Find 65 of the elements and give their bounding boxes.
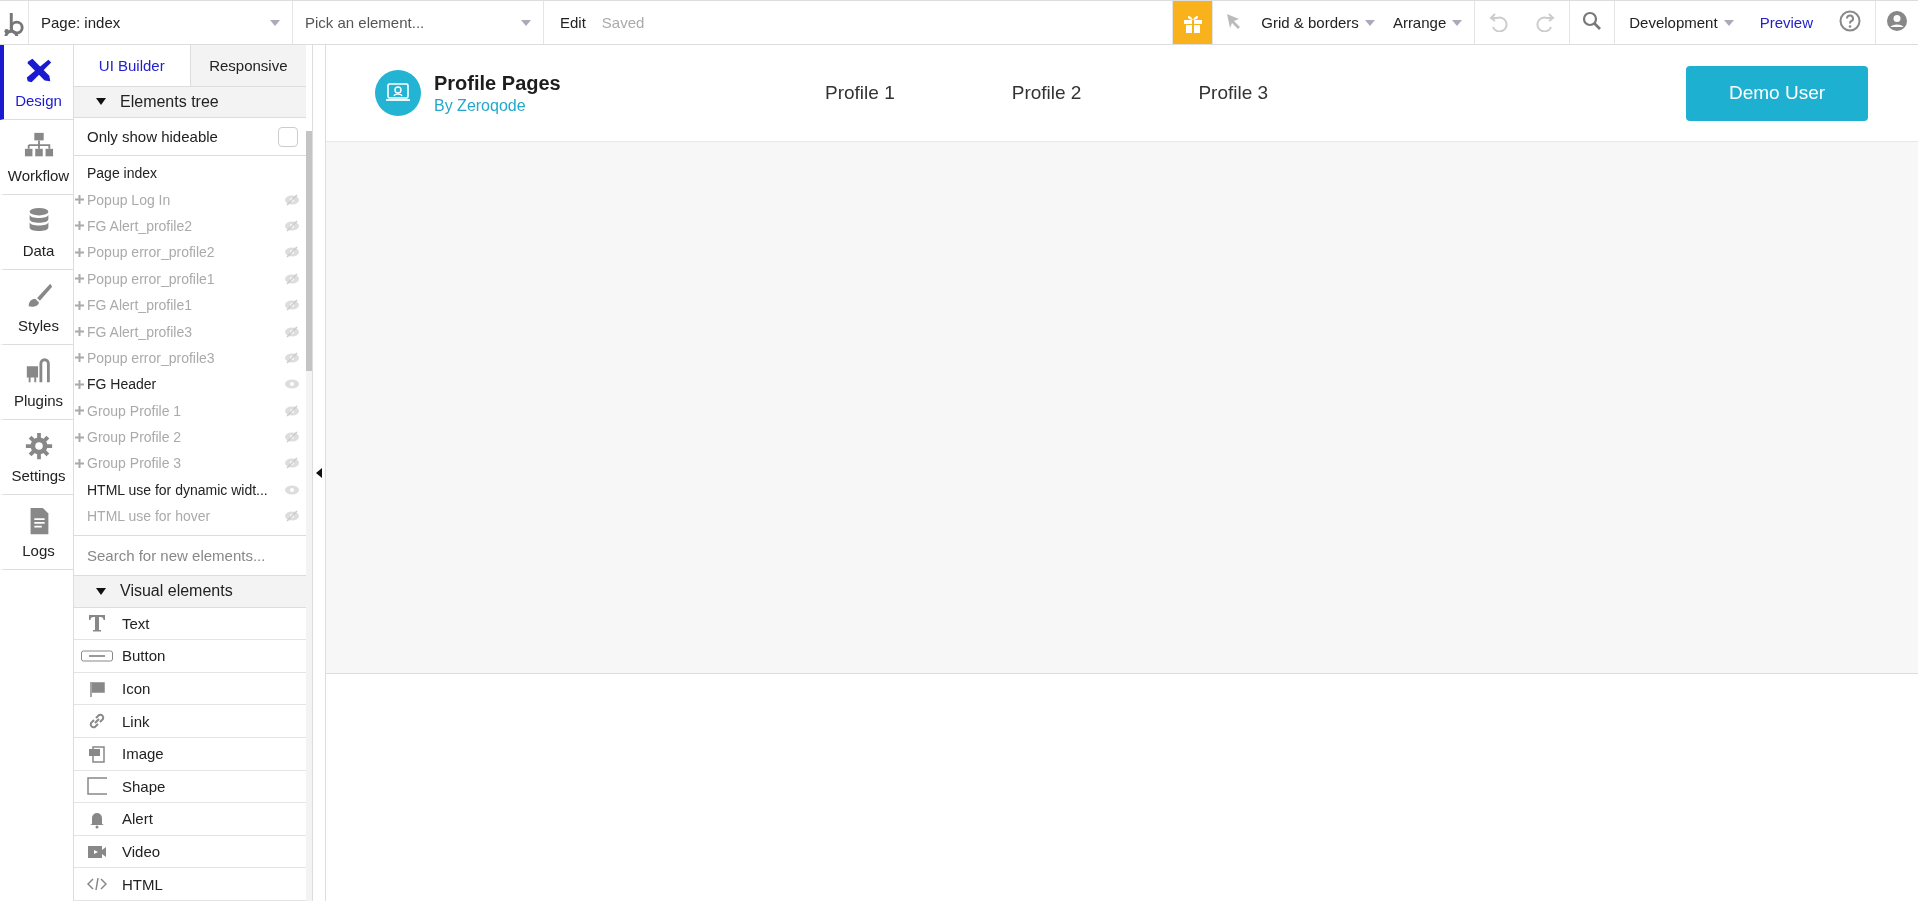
eye-slash-icon bbox=[284, 272, 301, 285]
plus-icon bbox=[75, 300, 84, 310]
preview-link[interactable]: Preview bbox=[1759, 14, 1813, 31]
gift-button[interactable] bbox=[1173, 1, 1214, 44]
nav-link[interactable]: Profile 1 bbox=[825, 82, 895, 104]
eye-slash-icon bbox=[284, 246, 301, 259]
edit-menu[interactable]: Edit bbox=[560, 14, 586, 31]
eye-icon bbox=[284, 483, 301, 496]
site-title: Profile Pages bbox=[434, 71, 561, 95]
save-status: Saved bbox=[601, 14, 645, 31]
tree-item[interactable]: Page index bbox=[74, 160, 307, 187]
plus-icon bbox=[75, 432, 84, 442]
section-header[interactable]: Elements tree bbox=[74, 86, 307, 118]
plus-icon bbox=[75, 353, 84, 363]
eye-slash-icon bbox=[284, 219, 301, 232]
checkbox-label: Only show hideable bbox=[87, 128, 218, 145]
page-dropdown[interactable]: Page: index bbox=[29, 1, 293, 44]
settings-icon bbox=[23, 430, 54, 461]
plus-icon bbox=[75, 327, 84, 336]
search-icon bbox=[1582, 11, 1603, 31]
triangle-icon bbox=[96, 587, 106, 595]
scrollbar-thumb[interactable] bbox=[306, 131, 313, 371]
help-icon bbox=[1839, 10, 1861, 32]
triangle-icon bbox=[96, 98, 106, 106]
user-icon bbox=[1886, 10, 1908, 32]
site-subtitle: By Zeroqode bbox=[434, 96, 527, 115]
grid-borders-menu[interactable]: Grid & borders bbox=[1261, 14, 1375, 31]
redo-icon bbox=[1533, 10, 1556, 32]
plus-icon bbox=[75, 195, 84, 205]
collapse-panel-button[interactable] bbox=[316, 468, 322, 478]
checkbox[interactable] bbox=[278, 126, 299, 147]
sidebar-tab[interactable]: Design bbox=[0, 45, 73, 120]
eye-slash-icon bbox=[284, 193, 301, 206]
plus-icon bbox=[75, 274, 84, 284]
tree-item[interactable]: FG Header bbox=[74, 371, 307, 398]
eye-icon bbox=[284, 378, 301, 391]
triangle-icon bbox=[316, 468, 322, 478]
caret-icon bbox=[1364, 19, 1375, 26]
nav-link[interactable]: Profile 3 bbox=[1198, 82, 1269, 104]
eye-slash-icon bbox=[284, 510, 301, 523]
plus-icon bbox=[75, 379, 84, 389]
caret-icon bbox=[521, 19, 531, 26]
tree-item[interactable]: HTML use for dynamic widt... bbox=[74, 476, 307, 504]
eye-slash-icon bbox=[284, 404, 301, 417]
environment-dropdown[interactable]: Development bbox=[1629, 14, 1734, 31]
element-picker-dropdown[interactable]: Pick an element... bbox=[293, 1, 544, 44]
panel-tab[interactable]: Responsive bbox=[189, 45, 307, 86]
image-file-icon bbox=[87, 743, 107, 764]
caret-icon bbox=[1452, 19, 1463, 26]
plus-icon bbox=[75, 458, 84, 468]
plus-icon bbox=[75, 221, 84, 231]
eye-slash-icon bbox=[284, 457, 301, 470]
arrange-menu[interactable]: Arrange bbox=[1392, 14, 1463, 31]
eye-slash-icon bbox=[284, 299, 301, 312]
eye-slash-icon bbox=[284, 325, 301, 338]
caret-icon bbox=[270, 19, 280, 26]
plus-icon bbox=[75, 247, 84, 257]
caret-icon bbox=[1723, 19, 1734, 26]
eye-slash-icon bbox=[284, 431, 301, 444]
section-header[interactable]: Visual elements bbox=[74, 576, 307, 608]
nav-link[interactable]: Profile 2 bbox=[1011, 82, 1082, 104]
letter-icon bbox=[87, 613, 107, 634]
eye-slash-icon bbox=[284, 351, 301, 364]
plus-icon bbox=[75, 406, 84, 416]
logo-icon bbox=[375, 70, 421, 116]
